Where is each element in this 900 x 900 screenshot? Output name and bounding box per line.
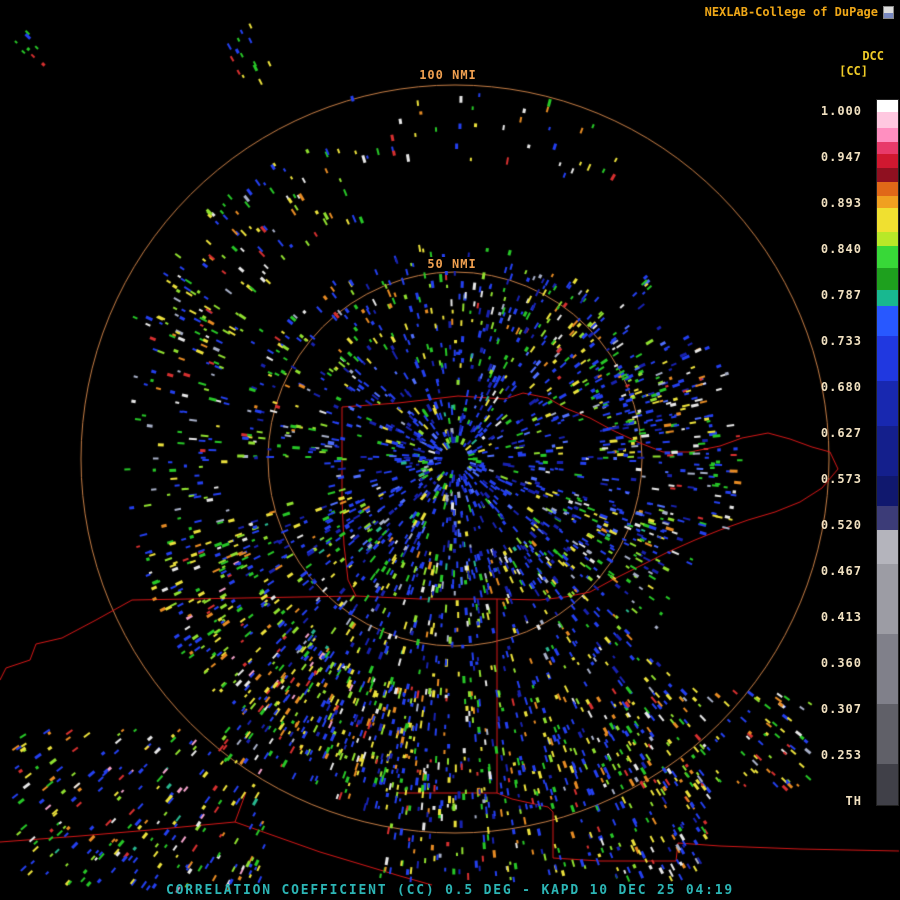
colorbar-tick-label: 0.520 xyxy=(821,518,862,532)
colorbar-tick-label: 0.360 xyxy=(821,656,862,670)
colorbar-segment xyxy=(877,246,898,268)
colorbar-segment xyxy=(877,232,898,246)
colorbar-segment xyxy=(877,128,898,142)
colorbar-segment xyxy=(877,268,898,290)
colorbar-segment xyxy=(877,112,898,128)
colorbar-segment xyxy=(877,100,898,112)
nexlab-logo-icon xyxy=(883,6,894,19)
colorbar-segment xyxy=(877,142,898,154)
colorbar-segment xyxy=(877,168,898,182)
page-title: NEXLAB-College of DuPage xyxy=(705,5,878,19)
colorbar-segment xyxy=(877,764,898,805)
colorbar-segment xyxy=(877,634,898,704)
range-ring-label: 100 NMI xyxy=(415,68,481,82)
colorbar-segment xyxy=(877,704,898,764)
colorbar-tick-label: TH xyxy=(846,794,862,808)
colorbar-segment xyxy=(877,426,898,476)
colorbar-segment xyxy=(877,506,898,530)
colorbar-segment xyxy=(877,564,898,634)
colorbar-tick-label: 0.893 xyxy=(821,196,862,210)
colorbar-segment xyxy=(877,154,898,168)
product-caption: CORRELATION COEFFICIENT (CC) 0.5 DEG - K… xyxy=(0,883,900,898)
colorbar-tick-label: 0.947 xyxy=(821,150,862,164)
colorbar-segment xyxy=(877,290,898,306)
colorbar-segment xyxy=(877,208,898,232)
colorbar-tick-label: 0.413 xyxy=(821,610,862,624)
colorbar-tick-label: 0.680 xyxy=(821,380,862,394)
colorbar-tick-label: 0.467 xyxy=(821,564,862,578)
radar-display: NEXLAB-College of DuPage DCC [CC] 1.000 0… xyxy=(0,0,900,900)
radar-canvas xyxy=(0,0,900,900)
colorbar-tick-label: 0.253 xyxy=(821,748,862,762)
colorbar-segment xyxy=(877,476,898,506)
colorbar-tick-label: 0.840 xyxy=(821,242,862,256)
colorbar-tick-label: 0.787 xyxy=(821,288,862,302)
colorbar-tick-label: 1.000 xyxy=(821,104,862,118)
colorbar-segment xyxy=(877,530,898,564)
colorbar-tick-label: 0.627 xyxy=(821,426,862,440)
colorbar-segment xyxy=(877,196,898,208)
colorbar-segment xyxy=(877,306,898,336)
colorbar xyxy=(877,100,898,805)
colorbar-tick-label: 0.733 xyxy=(821,334,862,348)
colorbar-segment xyxy=(877,336,898,381)
range-ring-label: 50 NMI xyxy=(423,257,480,271)
colorbar-segment xyxy=(877,182,898,196)
product-unit-label: [CC] xyxy=(839,64,868,78)
header: NEXLAB-College of DuPage xyxy=(705,5,894,19)
colorbar-segment xyxy=(877,381,898,426)
colorbar-tick-label: 0.573 xyxy=(821,472,862,486)
product-code-label: DCC xyxy=(862,49,884,63)
colorbar-tick-label: 0.307 xyxy=(821,702,862,716)
